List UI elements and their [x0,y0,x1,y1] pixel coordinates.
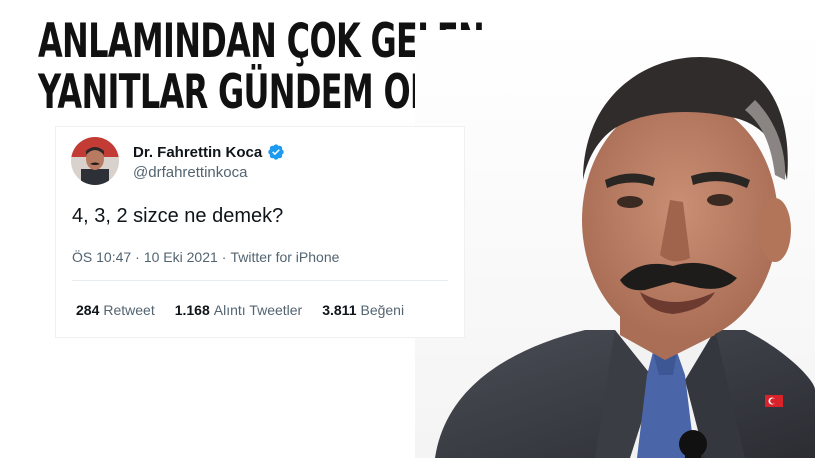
retweet-count[interactable]: 284 Retweet [76,302,155,318]
author-name[interactable]: Dr. Fahrettin Koca [133,144,262,161]
tweet-meta: ÖS 10:47 · 10 Eki 2021 · Twitter for iPhone [72,249,339,265]
verified-badge-icon [268,144,284,160]
quote-count-label: Alıntı Tweetler [213,302,303,318]
quote-count-number: 1.168 [174,302,210,318]
retweet-count-label: Retweet [103,302,155,318]
retweet-count-number: 284 [76,302,100,318]
tweet-stats: 284 Retweet 1.168 Alıntı Tweetler 3.811 Beğ… [76,302,404,318]
turkish-flag-pin-icon [765,395,783,407]
person-photo [415,30,815,458]
tweet-text: 4, 3, 2 sizce ne demek? [72,205,284,227]
like-count-number: 3.811 [322,302,357,318]
tweet-card[interactable]: Dr. Fahrettin Koca @drfahrettinkoca 4, 3… [55,126,465,338]
avatar[interactable] [71,137,119,185]
divider [72,280,448,281]
tweet-source[interactable]: Twitter for iPhone [230,249,339,265]
tweet-time[interactable]: ÖS 10:47 [72,249,131,265]
quote-count[interactable]: 1.168 Alıntı Tweetler [175,302,303,318]
author-handle[interactable]: @drfahrettinkoca [133,164,247,181]
like-count-label: Beğeni [360,302,405,318]
meta-separator: · [135,249,140,265]
like-count[interactable]: 3.811 Beğeni [322,302,404,318]
meta-separator: · [221,249,227,265]
tweet-date[interactable]: 10 Eki 2021 [144,249,218,265]
